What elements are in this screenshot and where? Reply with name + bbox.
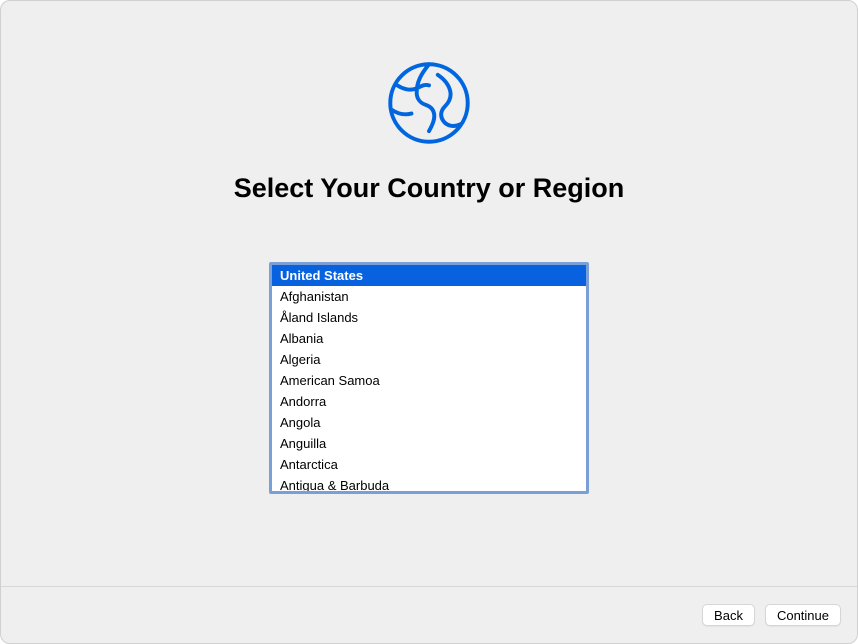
country-option[interactable]: Antigua & Barbuda <box>272 475 586 494</box>
country-option[interactable]: United States <box>272 265 586 286</box>
globe-icon <box>385 59 473 147</box>
country-option[interactable]: Åland Islands <box>272 307 586 328</box>
country-listbox[interactable]: United StatesAfghanistanÅland IslandsAlb… <box>269 262 589 494</box>
setup-assistant-window: Select Your Country or Region United Sta… <box>0 0 858 644</box>
back-button[interactable]: Back <box>702 604 755 626</box>
footer-toolbar: Back Continue <box>1 586 857 643</box>
country-option[interactable]: American Samoa <box>272 370 586 391</box>
country-option[interactable]: Algeria <box>272 349 586 370</box>
country-option[interactable]: Albania <box>272 328 586 349</box>
country-option[interactable]: Andorra <box>272 391 586 412</box>
country-option[interactable]: Angola <box>272 412 586 433</box>
country-option[interactable]: Anguilla <box>272 433 586 454</box>
page-title: Select Your Country or Region <box>234 173 625 204</box>
main-content: Select Your Country or Region United Sta… <box>1 1 857 586</box>
continue-button[interactable]: Continue <box>765 604 841 626</box>
country-option[interactable]: Antarctica <box>272 454 586 475</box>
country-option[interactable]: Afghanistan <box>272 286 586 307</box>
